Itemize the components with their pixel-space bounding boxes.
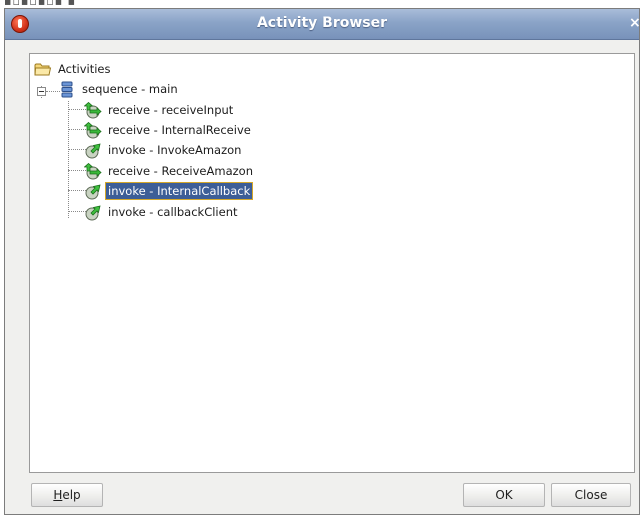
tree-node-activity[interactable]: receive - InternalReceive <box>84 121 253 139</box>
tree-node-sequence-main[interactable]: sequence - main <box>58 80 180 98</box>
help-label: elp <box>62 488 81 502</box>
screen: ▪▫▪▫▪▫▪ ▪ Activity Browser × Activities … <box>0 0 640 515</box>
background-text-fragment: ▪▫▪▫▪▫▪ ▪ <box>4 0 77 8</box>
activity-tree[interactable]: Activities sequence - main receive - rec… <box>29 53 635 473</box>
tree-node-activity[interactable]: invoke - callbackClient <box>84 203 240 221</box>
tree-root-activities[interactable]: Activities <box>34 60 112 78</box>
close-button[interactable]: Close <box>551 483 631 507</box>
activity-label: receive - InternalReceive <box>108 123 251 137</box>
tree-node-activity-selected[interactable]: invoke - InternalCallback <box>84 182 254 200</box>
receive-icon <box>84 162 102 179</box>
close-label: Close <box>574 488 608 502</box>
tree-root-label: Activities <box>58 62 111 76</box>
ok-button[interactable]: OK <box>463 483 545 507</box>
activity-label: invoke - InternalCallback <box>104 182 254 200</box>
tree-node-activity[interactable]: receive - receiveInput <box>84 101 235 119</box>
tree-line <box>68 101 69 218</box>
activity-label: receive - receiveInput <box>108 103 234 117</box>
activity-label: invoke - InvokeAmazon <box>108 143 242 157</box>
sequence-icon <box>61 81 73 97</box>
activity-label: receive - ReceiveAmazon <box>108 164 253 178</box>
invoke-icon <box>85 204 101 220</box>
collapse-toggle[interactable] <box>37 87 46 96</box>
tree-node-activity[interactable]: receive - ReceiveAmazon <box>84 162 255 180</box>
receive-icon <box>84 121 102 138</box>
help-button[interactable]: Help <box>31 483 103 507</box>
ok-label: OK <box>495 488 513 502</box>
activity-browser-dialog: Activity Browser × Activities sequence -… <box>4 8 640 515</box>
receive-icon <box>84 101 102 118</box>
tree-node-label: sequence - main <box>82 82 178 96</box>
close-window-icon[interactable]: × <box>629 14 639 32</box>
title-bar[interactable]: Activity Browser × <box>5 9 639 40</box>
folder-icon <box>34 63 52 75</box>
dialog-title: Activity Browser <box>256 15 388 31</box>
help-mnemonic: H <box>53 488 63 502</box>
tree-node-activity[interactable]: invoke - InvokeAmazon <box>84 141 243 159</box>
invoke-icon <box>85 183 101 199</box>
activity-label: invoke - callbackClient <box>108 205 238 219</box>
invoke-icon <box>85 142 101 158</box>
